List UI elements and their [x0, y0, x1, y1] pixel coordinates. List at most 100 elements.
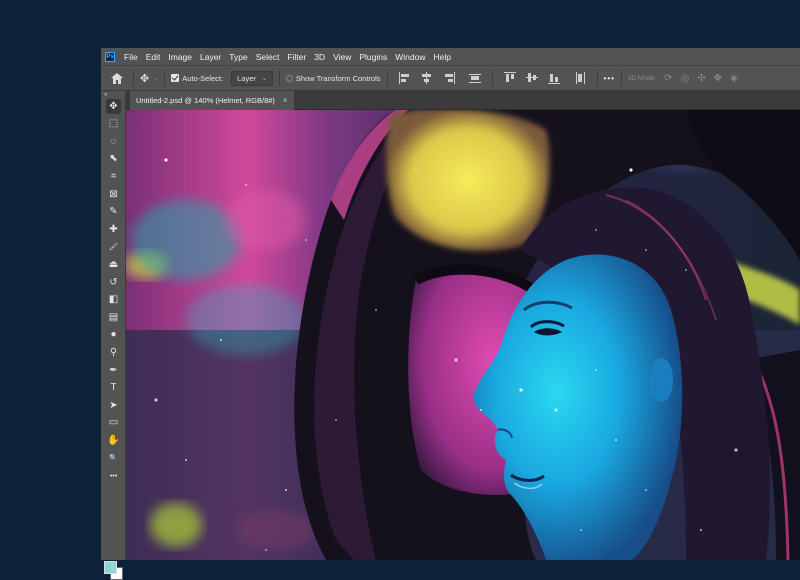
3d-mode-label: 3D Mode:: [627, 74, 657, 82]
align-horizontal-centers-icon[interactable]: [421, 72, 433, 84]
gradient-tool[interactable]: ▤: [106, 310, 121, 325]
dodge-tool[interactable]: ⚲: [106, 345, 121, 360]
menu-plugins[interactable]: Plugins: [355, 52, 391, 62]
scale-3d-icon[interactable]: ◈: [730, 73, 738, 84]
type-tool[interactable]: T: [106, 381, 121, 396]
auto-select-label: Auto-Select:: [182, 73, 224, 83]
menu-edit[interactable]: Edit: [142, 52, 165, 62]
more-options-button[interactable]: •••: [604, 74, 615, 83]
type-icon: T: [110, 382, 117, 394]
frame-tool[interactable]: ⊠: [106, 187, 121, 202]
menu-bar: Ps File Edit Image Layer Type Select Fil…: [101, 48, 800, 65]
sparkle: [265, 549, 267, 551]
object-select-icon: ⬉: [109, 153, 118, 165]
pan-3d-icon[interactable]: ✣: [697, 73, 705, 84]
chevron-down-icon: ⌄: [261, 75, 267, 82]
options-bar: ✥ ⌄ Auto-Select: Layer ⌄ Show Transform …: [101, 65, 800, 91]
path-select-tool[interactable]: ➤: [106, 398, 121, 413]
align-bottom-edges-icon[interactable]: [547, 72, 560, 84]
auto-select-target-dropdown[interactable]: Layer ⌄: [231, 70, 273, 86]
sparkle: [415, 169, 417, 171]
align-left-edges-icon[interactable]: [398, 72, 411, 84]
sparkle: [645, 489, 647, 491]
sparkle: [645, 249, 647, 251]
roll-3d-icon[interactable]: ◎: [681, 73, 690, 84]
zoom-icon: 🔍: [109, 455, 118, 462]
chevron-down-icon[interactable]: ⌄: [153, 75, 158, 82]
align-vertical-centers-icon[interactable]: [525, 72, 538, 84]
pen-icon: ✒: [109, 364, 118, 376]
clone-stamp-icon: ⏏: [108, 258, 119, 270]
align-top-edges-icon[interactable]: [503, 72, 516, 84]
menu-window[interactable]: Window: [391, 52, 429, 62]
healing-brush-tool[interactable]: ✚: [106, 222, 121, 237]
home-icon[interactable]: [111, 72, 123, 84]
eyedropper-tool[interactable]: ✎: [106, 205, 121, 220]
blur-tool[interactable]: ●: [106, 328, 121, 343]
dodge-icon: ⚲: [109, 346, 118, 358]
distribute-vertical-icon[interactable]: [574, 72, 586, 84]
lasso-tool[interactable]: ◌: [106, 134, 121, 149]
menu-type[interactable]: Type: [225, 52, 251, 62]
menu-file[interactable]: File: [120, 52, 142, 62]
show-transform-label: Show Transform Controls: [295, 73, 381, 83]
slide-3d-icon[interactable]: ✥: [714, 73, 722, 84]
menu-layer[interactable]: Layer: [196, 52, 225, 62]
show-transform-checkbox[interactable]: [285, 74, 293, 82]
menu-filter[interactable]: Filter: [283, 52, 310, 62]
photoshop-window: Ps File Edit Image Layer Type Select Fil…: [101, 48, 800, 580]
menu-select[interactable]: Select: [252, 52, 284, 62]
eyedropper-icon: ✎: [109, 206, 118, 218]
foreground-color-swatch[interactable]: [104, 561, 117, 574]
divider: [164, 70, 166, 86]
align-right-edges-icon[interactable]: [443, 72, 455, 84]
sparkle: [335, 419, 337, 421]
sparkle: [454, 358, 458, 362]
eraser-icon: ◧: [108, 294, 119, 306]
crop-icon: ⌗: [110, 170, 117, 182]
brush-icon: 🖌: [109, 243, 118, 251]
sparkle: [519, 388, 523, 392]
move-tool[interactable]: ✥: [106, 99, 121, 114]
menu-image[interactable]: Image: [164, 52, 196, 62]
pen-tool[interactable]: ✒: [106, 363, 121, 378]
document-tab-bar: Untitled-2.psd @ 140% (Helmet, RGB/8#) ×: [126, 91, 800, 110]
document-tab-title: Untitled-2.psd @ 140% (Helmet, RGB/8#): [136, 96, 275, 105]
path-select-icon: ➤: [109, 399, 118, 411]
sparkle: [629, 168, 633, 172]
history-brush-tool[interactable]: ↺: [106, 275, 121, 290]
blur-icon: ●: [110, 329, 117, 341]
sparkle: [700, 529, 702, 531]
orbit-3d-icon[interactable]: ⟳: [664, 73, 672, 84]
tab-document[interactable]: Untitled-2.psd @ 140% (Helmet, RGB/8#) ×: [130, 91, 294, 110]
rectangle-tool[interactable]: ▭: [106, 416, 121, 431]
object-select-tool[interactable]: ⬉: [106, 152, 121, 167]
divider: [491, 70, 493, 86]
auto-select-target-value: Layer: [237, 73, 256, 83]
zoom-tool[interactable]: 🔍: [106, 451, 121, 466]
brush-tool[interactable]: 🖌: [106, 240, 121, 255]
clone-stamp-tool[interactable]: ⏏: [106, 257, 121, 272]
sparkle: [185, 459, 187, 461]
marquee-tool[interactable]: ⬚: [106, 117, 121, 132]
menu-3d[interactable]: 3D: [310, 52, 329, 62]
menu-view[interactable]: View: [329, 52, 355, 62]
menu-help[interactable]: Help: [429, 52, 454, 62]
history-brush-icon: ↺: [109, 276, 118, 288]
hand-tool[interactable]: ✋: [106, 433, 121, 448]
helmet-portrait-image: [126, 110, 800, 560]
crop-tool[interactable]: ⌗: [106, 169, 121, 184]
close-icon[interactable]: ×: [283, 96, 288, 105]
sparkle: [220, 339, 222, 341]
frame-icon: ⊠: [109, 188, 118, 200]
auto-select-checkbox[interactable]: [171, 74, 180, 82]
sparkle: [734, 448, 738, 452]
editbar-icon: •••: [109, 472, 118, 480]
collapse-toolbar-icon[interactable]: »: [104, 92, 108, 98]
move-tool-preset-icon[interactable]: ✥: [140, 72, 149, 85]
eraser-tool[interactable]: ◧: [106, 293, 121, 308]
distribute-icon[interactable]: [468, 72, 481, 84]
document-canvas[interactable]: [126, 110, 800, 560]
edit-toolbar[interactable]: •••: [106, 469, 121, 484]
sparkle: [580, 529, 582, 531]
